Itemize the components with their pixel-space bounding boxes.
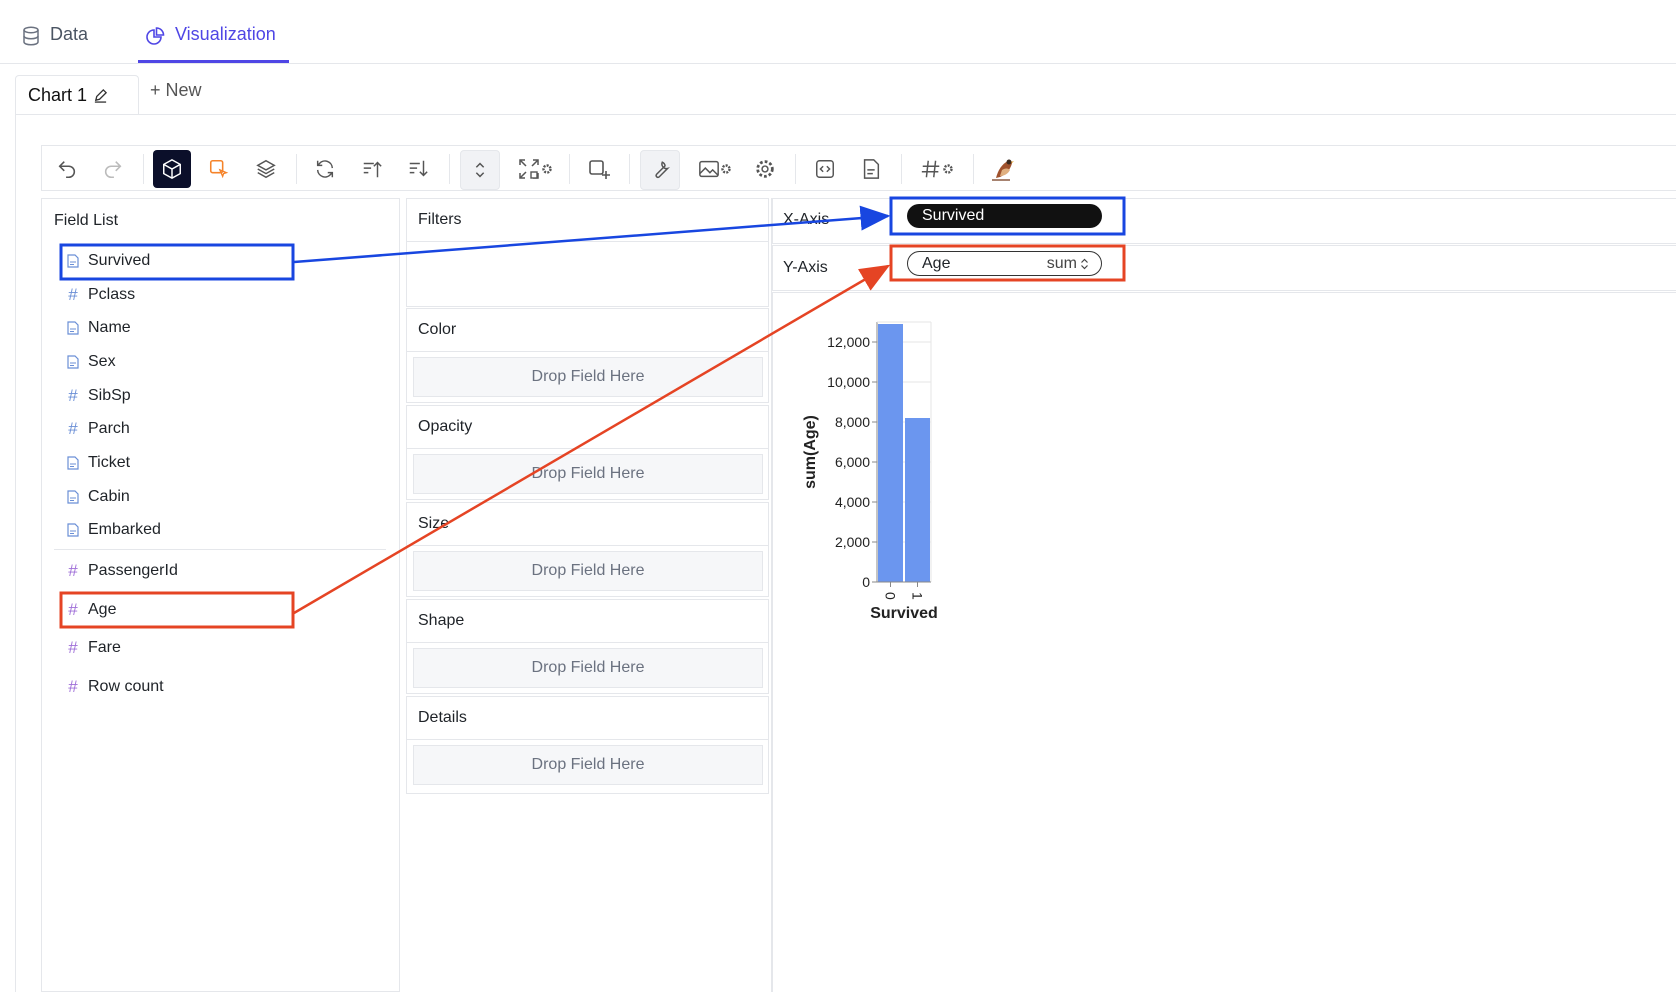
survived-highlight-box bbox=[59, 243, 295, 281]
x-axis-highlight-box bbox=[889, 196, 1126, 236]
annotation-overlay bbox=[59, 196, 1126, 629]
red-arrow bbox=[293, 264, 891, 615]
age-highlight-box bbox=[59, 591, 295, 629]
blue-arrow bbox=[293, 205, 891, 264]
y-axis-highlight-box bbox=[889, 244, 1126, 282]
